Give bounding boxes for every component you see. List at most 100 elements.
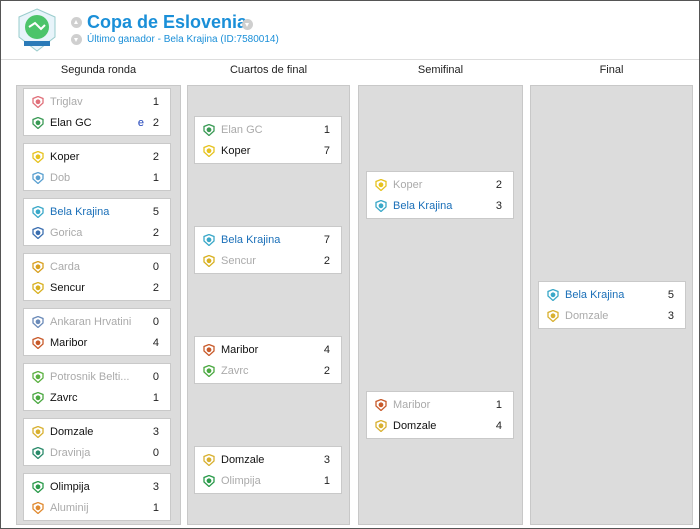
team-name[interactable]: Dravinja: [50, 443, 140, 463]
team-row[interactable]: Maribor 1: [367, 395, 513, 415]
team-row[interactable]: Bela Krajina 7: [195, 230, 341, 250]
team-name[interactable]: Bela Krajina: [221, 230, 311, 250]
team-row[interactable]: Dob 1: [24, 168, 170, 188]
team-name[interactable]: Elan GC: [221, 120, 311, 140]
team-crest-icon: [375, 399, 387, 411]
team-row[interactable]: Bela Krajina 5: [24, 202, 170, 222]
team-crest-icon: [32, 261, 44, 273]
team-row[interactable]: Triglav 1: [24, 92, 170, 112]
match-card[interactable]: Maribor 4 Zavrc 2: [194, 336, 342, 384]
column-header-second-round: Segunda ronda: [60, 64, 137, 76]
team-name[interactable]: Zavrc: [50, 388, 140, 408]
team-score: 2: [152, 227, 159, 239]
team-crest-icon: [375, 179, 387, 191]
team-row[interactable]: Bela Krajina 5: [539, 285, 685, 305]
match-card[interactable]: Bela Krajina 5 Domzale 3: [538, 281, 686, 329]
team-row[interactable]: Koper 2: [24, 147, 170, 167]
match-card[interactable]: Olimpija 3 Aluminij 1: [23, 473, 171, 521]
page-title: Copa de Eslovenia: [87, 12, 248, 32]
team-score: 1: [323, 124, 330, 136]
team-row[interactable]: Maribor 4: [195, 340, 341, 360]
team-row[interactable]: Dravinja 0: [24, 443, 170, 463]
team-score: 7: [323, 234, 330, 246]
team-name[interactable]: Sencur: [50, 278, 140, 298]
match-card[interactable]: Carda 0 Sencur 2: [23, 253, 171, 301]
expand-up-icon[interactable]: [71, 17, 82, 28]
team-name[interactable]: Bela Krajina: [393, 196, 483, 216]
team-crest-icon: [32, 117, 44, 129]
team-score: 1: [323, 475, 330, 487]
team-name[interactable]: Bela Krajina: [565, 285, 655, 305]
team-row[interactable]: Carda 0: [24, 257, 170, 277]
team-row[interactable]: Sencur 2: [24, 278, 170, 298]
team-name[interactable]: Koper: [50, 147, 140, 167]
match-card[interactable]: Domzale 3 Olimpija 1: [194, 446, 342, 494]
team-row[interactable]: Domzale 3: [24, 422, 170, 442]
team-score: 3: [152, 426, 159, 438]
team-crest-icon: [547, 289, 559, 301]
team-score: 5: [667, 289, 674, 301]
team-row[interactable]: Domzale 3: [539, 306, 685, 326]
match-card[interactable]: Triglav 1 Elan GC e 2: [23, 88, 171, 136]
match-card[interactable]: Bela Krajina 7 Sencur 2: [194, 226, 342, 274]
match-card[interactable]: Koper 2 Bela Krajina 3: [366, 171, 514, 219]
team-name[interactable]: Zavrc: [221, 361, 311, 381]
team-name[interactable]: Domzale: [393, 416, 483, 436]
team-row[interactable]: Zavrc 1: [24, 388, 170, 408]
team-name[interactable]: Domzale: [221, 450, 311, 470]
match-card[interactable]: Elan GC 1 Koper 7: [194, 116, 342, 164]
match-card[interactable]: Potrosnik Belti... 0 Zavrc 1: [23, 363, 171, 411]
team-row[interactable]: Zavrc 2: [195, 361, 341, 381]
team-row[interactable]: Olimpija 1: [195, 471, 341, 491]
team-row[interactable]: Koper 2: [367, 175, 513, 195]
match-card[interactable]: Ankaran Hrvatini 0 Maribor 4: [23, 308, 171, 356]
team-name[interactable]: Carda: [50, 257, 140, 277]
team-row[interactable]: Elan GC e 2: [24, 113, 170, 133]
team-name[interactable]: Domzale: [50, 422, 140, 442]
team-row[interactable]: Olimpija 3: [24, 477, 170, 497]
team-name[interactable]: Bela Krajina: [50, 202, 140, 222]
team-name[interactable]: Triglav: [50, 92, 140, 112]
team-name[interactable]: Maribor: [50, 333, 140, 353]
team-row[interactable]: Sencur 2: [195, 251, 341, 271]
team-crest-icon: [32, 502, 44, 514]
extra-time-marker: e: [137, 117, 144, 129]
team-name[interactable]: Olimpija: [221, 471, 311, 491]
team-name[interactable]: Ankaran Hrvatini: [50, 312, 140, 332]
cup-header: Copa de Eslovenia Último ganador - Bela …: [1, 1, 699, 59]
match-card[interactable]: Domzale 3 Dravinja 0: [23, 418, 171, 466]
team-row[interactable]: Maribor 4: [24, 333, 170, 353]
team-score: 1: [152, 96, 159, 108]
team-name[interactable]: Potrosnik Belti...: [50, 367, 140, 387]
team-name[interactable]: Domzale: [565, 306, 655, 326]
team-crest-icon: [32, 316, 44, 328]
team-row[interactable]: Ankaran Hrvatini 0: [24, 312, 170, 332]
match-card[interactable]: Maribor 1 Domzale 4: [366, 391, 514, 439]
team-row[interactable]: Gorica 2: [24, 223, 170, 243]
team-crest-icon: [203, 344, 215, 356]
team-name[interactable]: Aluminij: [50, 498, 140, 518]
team-row[interactable]: Elan GC 1: [195, 120, 341, 140]
team-crest-icon: [32, 392, 44, 404]
match-card[interactable]: Koper 2 Dob 1: [23, 143, 171, 191]
match-card[interactable]: Bela Krajina 5 Gorica 2: [23, 198, 171, 246]
column-header-final: Final: [599, 64, 624, 76]
team-name[interactable]: Sencur: [221, 251, 311, 271]
team-row[interactable]: Domzale 4: [367, 416, 513, 436]
team-row[interactable]: Koper 7: [195, 141, 341, 161]
team-name[interactable]: Elan GC: [50, 113, 140, 133]
team-name[interactable]: Maribor: [221, 340, 311, 360]
team-row[interactable]: Potrosnik Belti... 0: [24, 367, 170, 387]
subtitle-dropdown-icon[interactable]: [71, 34, 82, 45]
team-name[interactable]: Koper: [221, 141, 311, 161]
team-name[interactable]: Olimpija: [50, 477, 140, 497]
team-row[interactable]: Aluminij 1: [24, 498, 170, 518]
team-row[interactable]: Domzale 3: [195, 450, 341, 470]
team-row[interactable]: Bela Krajina 3: [367, 196, 513, 216]
team-name[interactable]: Gorica: [50, 223, 140, 243]
team-name[interactable]: Koper: [393, 175, 483, 195]
team-score: 3: [152, 481, 159, 493]
team-name[interactable]: Maribor: [393, 395, 483, 415]
title-dropdown-icon[interactable]: [242, 19, 253, 30]
team-name[interactable]: Dob: [50, 168, 140, 188]
